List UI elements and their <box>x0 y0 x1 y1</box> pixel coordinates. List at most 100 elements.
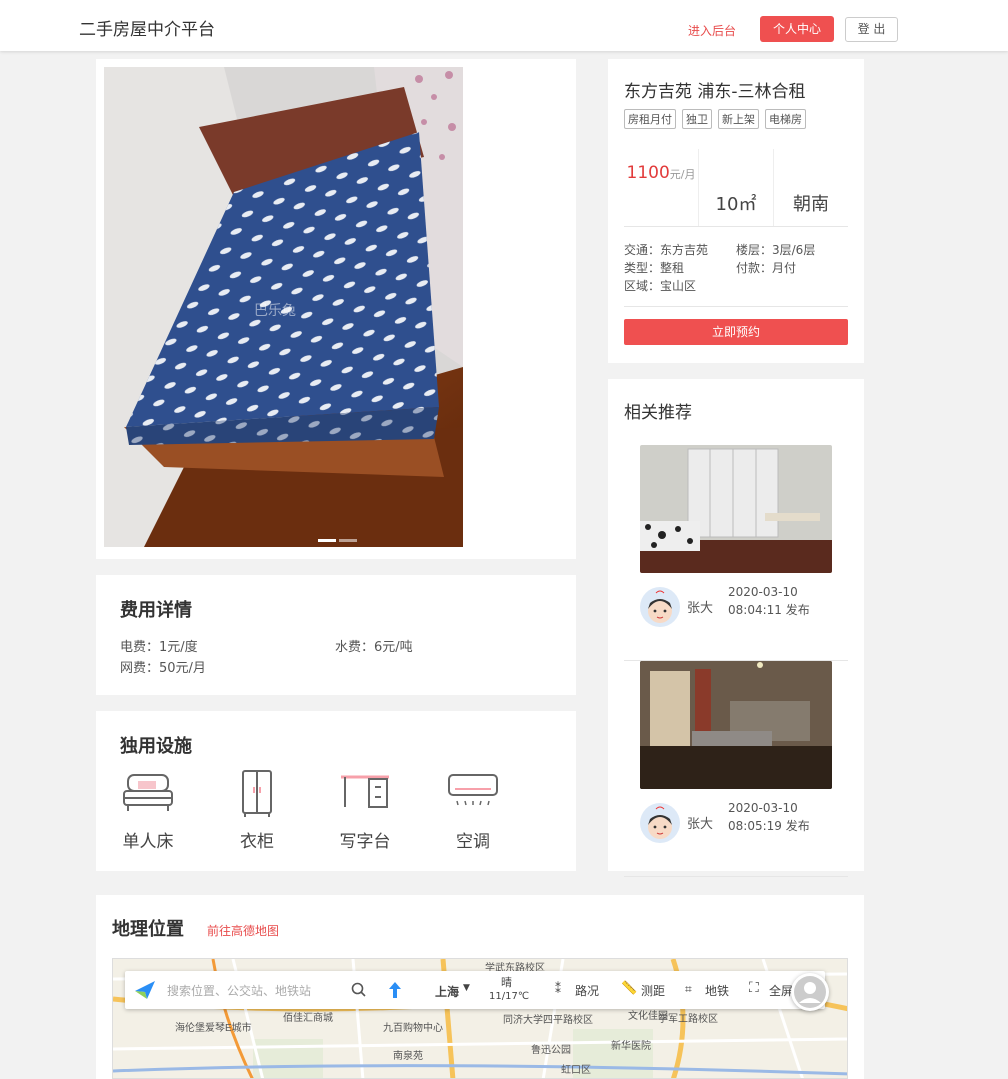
amenity-label: 空调 <box>456 832 490 852</box>
site-brand[interactable]: 二手房屋中介平台 <box>79 15 215 40</box>
price-unit: 元/月 <box>669 168 696 181</box>
amap-link[interactable]: 前往高德地图 <box>207 922 279 939</box>
map-label: 鲁迅公园 <box>531 1043 571 1056</box>
listing-details: 交通：东方吉苑 楼层：3层/6层 类型：整租 付款：月付 区域：宝山区 <box>624 241 848 295</box>
recommend-date-day: 2020-03-10 <box>728 585 798 599</box>
photo-gallery: 巴乐兔 <box>96 59 576 559</box>
detail-traffic: 交通：东方吉苑 <box>624 243 709 257</box>
avatar-image <box>648 590 672 623</box>
map-label: 九百购物中心 <box>383 1021 443 1034</box>
fee-electric: 电费：1元/度 <box>120 640 198 655</box>
bed-icon <box>120 769 176 821</box>
map-label: 南泉苑 <box>393 1049 423 1062</box>
tag: 房租月付 <box>624 109 676 129</box>
tag: 新上架 <box>718 109 759 129</box>
wardrobe-icon <box>229 769 285 821</box>
fees-panel: 费用详情 电费：1元/度 水费：6元/吨 网费：50元/月 <box>96 575 576 695</box>
detail-floor: 楼层：3层/6层 <box>736 243 816 257</box>
map-user-avatar[interactable] <box>791 973 829 1011</box>
route-icon[interactable] <box>387 981 403 999</box>
recommend-item[interactable]: 张大 2020-03-10 08:05:19 发布 <box>624 661 848 877</box>
map-traffic-button[interactable]: 路况 <box>575 982 599 999</box>
top-nav: 二手房屋中介平台 进入后台 个人中心 登 出 <box>0 0 1008 51</box>
subway-icon[interactable]: ⌗ <box>685 982 692 997</box>
fees-list: 电费：1元/度 水费：6元/吨 网费：50元/月 <box>120 637 550 679</box>
recommend-date-time: 08:05:19 发布 <box>728 819 810 833</box>
price-stat: 1100元/月 <box>624 149 699 226</box>
recommend-photo[interactable] <box>640 445 832 573</box>
carousel-indicator[interactable] <box>318 539 357 542</box>
map-label: 虹口区 <box>561 1064 591 1076</box>
fullscreen-icon[interactable]: ⛶ <box>749 980 759 996</box>
price-value: 1100 <box>626 163 670 183</box>
search-icon[interactable] <box>351 982 367 998</box>
location-panel: 地理位置 前往高德地图 学武东路校区 海伦堡爱琴E城市 佰佳汇商城 九百购物中心 <box>96 895 864 1079</box>
detail-district: 区域：宝山区 <box>624 279 697 293</box>
avatar-image <box>648 806 672 839</box>
recommend-date-day: 2020-03-10 <box>728 801 798 815</box>
location-title: 地理位置 <box>112 919 184 940</box>
map-subway-button[interactable]: 地铁 <box>705 982 729 999</box>
map-label: 海伦堡爱琴E城市 <box>175 1021 252 1034</box>
listing-tags: 房租月付 独卫 新上架 电梯房 <box>624 109 806 129</box>
recommend-panel: 相关推荐 张大 2020-03-10 08:04:11 发布 张大 2020-0… <box>608 379 864 877</box>
avatar[interactable] <box>640 803 680 843</box>
recommend-author: 张大 <box>687 817 714 832</box>
amap-logo-icon <box>135 981 155 999</box>
map-fullscreen-button[interactable]: 全屏 <box>769 982 793 999</box>
map-label: 同济大学四平路校区 <box>503 1013 593 1026</box>
map-measure-button[interactable]: 测距 <box>641 982 665 999</box>
user-icon <box>794 976 826 1008</box>
map-label: 佰佳汇商城 <box>283 1011 333 1024</box>
book-now-button[interactable]: 立即预约 <box>624 319 848 345</box>
map-city[interactable]: 上海 <box>435 983 459 1000</box>
amenity-wardrobe: 衣柜 <box>227 769 287 852</box>
amenity-label: 衣柜 <box>240 832 274 852</box>
amenities-panel: 独用设施 单人床 衣柜 写字台 空调 <box>96 711 576 871</box>
tag: 独卫 <box>682 109 712 129</box>
user-center-button[interactable]: 个人中心 <box>760 16 834 42</box>
map-weather: 晴 <box>501 976 512 989</box>
traffic-icon[interactable]: ⁑ <box>555 982 561 996</box>
room-photo-image: 巴乐兔 <box>104 67 463 547</box>
map-label: 学军工路校区 <box>658 1012 718 1025</box>
carousel-dot[interactable] <box>339 539 357 542</box>
recommend-photo[interactable] <box>640 661 832 789</box>
recommend-photo-image <box>640 445 832 573</box>
recommend-author: 张大 <box>687 601 714 616</box>
map-view[interactable]: 学武东路校区 海伦堡爱琴E城市 佰佳汇商城 九百购物中心 同济大学四平路校区 文… <box>112 958 848 1079</box>
divider <box>624 306 848 307</box>
listing-title: 东方吉苑 浦东-三林合租 <box>624 82 806 102</box>
amenity-ac: 空调 <box>443 769 503 852</box>
area-stat: 10㎡ <box>699 149 774 226</box>
map-temperature: 11/17℃ <box>489 991 530 1002</box>
map-search-input[interactable]: 搜索位置、公交站、地铁站 <box>167 982 311 999</box>
room-photo[interactable]: 巴乐兔 <box>104 67 463 547</box>
map-label: 新华医院 <box>611 1039 651 1052</box>
detail-type: 类型：整租 <box>624 261 685 275</box>
recommend-title: 相关推荐 <box>624 403 692 423</box>
ruler-icon[interactable]: 📏 <box>621 981 637 996</box>
amenities-title: 独用设施 <box>120 736 192 757</box>
amenity-bed: 单人床 <box>118 769 178 852</box>
fees-title: 费用详情 <box>120 600 192 621</box>
amenity-desk: 写字台 <box>335 769 395 852</box>
svg-text:巴乐兔: 巴乐兔 <box>254 302 296 318</box>
recommend-date: 2020-03-10 08:05:19 发布 <box>728 799 810 835</box>
logout-button[interactable]: 登 出 <box>845 17 898 42</box>
listing-info: 东方吉苑 浦东-三林合租 房租月付 独卫 新上架 电梯房 1100元/月 10㎡… <box>608 59 864 363</box>
avatar[interactable] <box>640 587 680 627</box>
admin-link[interactable]: 进入后台 <box>688 22 736 39</box>
recommend-date: 2020-03-10 08:04:11 发布 <box>728 583 810 619</box>
recommend-date-time: 08:04:11 发布 <box>728 603 810 617</box>
map-toolbar: 搜索位置、公交站、地铁站 上海 ▼ 晴 11/17℃ ⁑ 路况 📏 测距 ⌗ 地… <box>125 971 825 1009</box>
fee-internet: 网费：50元/月 <box>120 661 206 676</box>
amenity-label: 写字台 <box>339 832 391 852</box>
chevron-down-icon[interactable]: ▼ <box>463 983 470 993</box>
tag: 电梯房 <box>765 109 806 129</box>
carousel-dot[interactable] <box>318 539 336 542</box>
fee-water: 水费：6元/吨 <box>335 640 413 655</box>
recommend-item[interactable]: 张大 2020-03-10 08:04:11 发布 <box>624 445 848 661</box>
amenity-label: 单人床 <box>122 832 174 852</box>
air-conditioner-icon <box>445 769 501 821</box>
